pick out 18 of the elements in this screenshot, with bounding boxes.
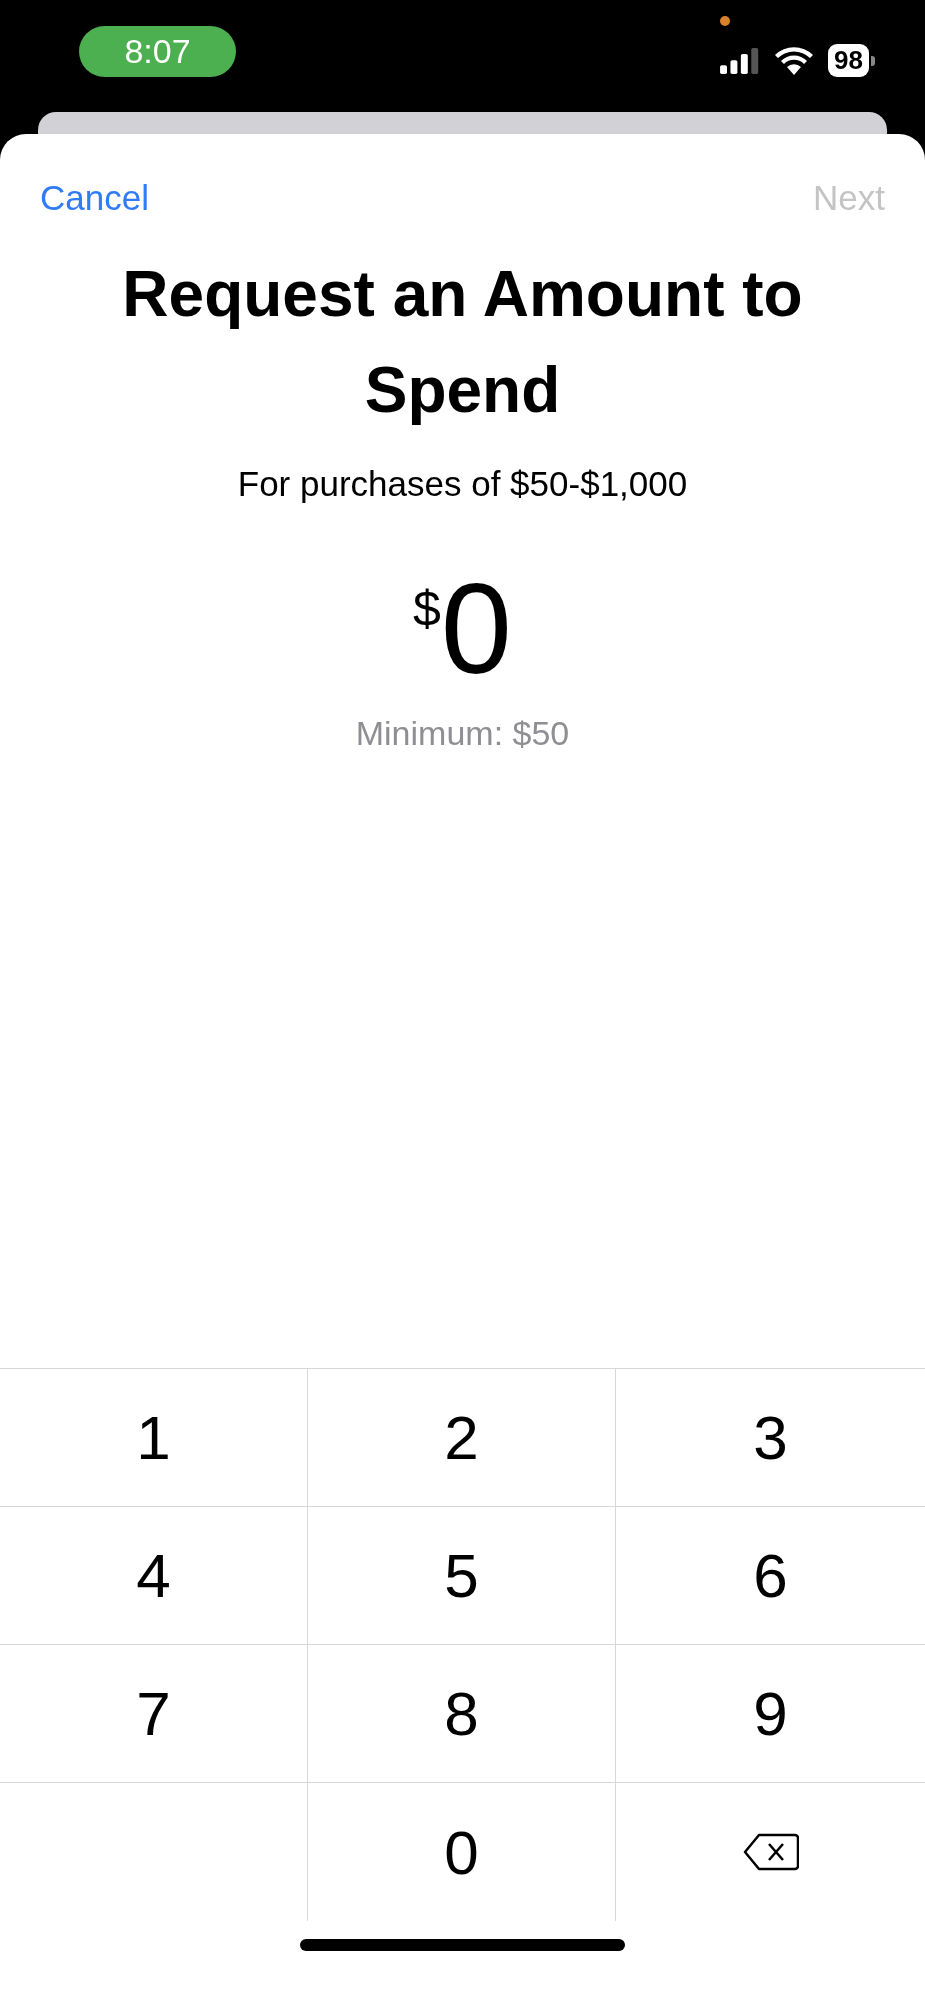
cancel-button[interactable]: Cancel [40, 178, 149, 218]
minimum-hint: Minimum: $50 [355, 714, 570, 753]
keypad-key[interactable]: 4 [0, 1507, 308, 1645]
keypad-key[interactable]: 7 [0, 1645, 308, 1783]
wifi-icon [774, 45, 815, 76]
privacy-dot [720, 16, 731, 26]
currency-symbol: $ [413, 580, 441, 638]
page-title: Request an Amount to Spend [121, 257, 804, 428]
backspace-icon [742, 1833, 799, 1871]
battery-indicator: 98 [828, 44, 875, 77]
keypad-key[interactable]: 8 [308, 1645, 616, 1783]
signal-icon [720, 47, 761, 74]
keypad-key[interactable]: 2 [308, 1369, 616, 1507]
subtitle: For purchases of $50-$1,000 [237, 464, 688, 504]
keypad-key[interactable]: 5 [308, 1507, 616, 1645]
amount-value: 0 [440, 564, 512, 694]
status-time: 8:07 [79, 26, 236, 77]
keypad-key[interactable]: 1 [0, 1369, 308, 1507]
